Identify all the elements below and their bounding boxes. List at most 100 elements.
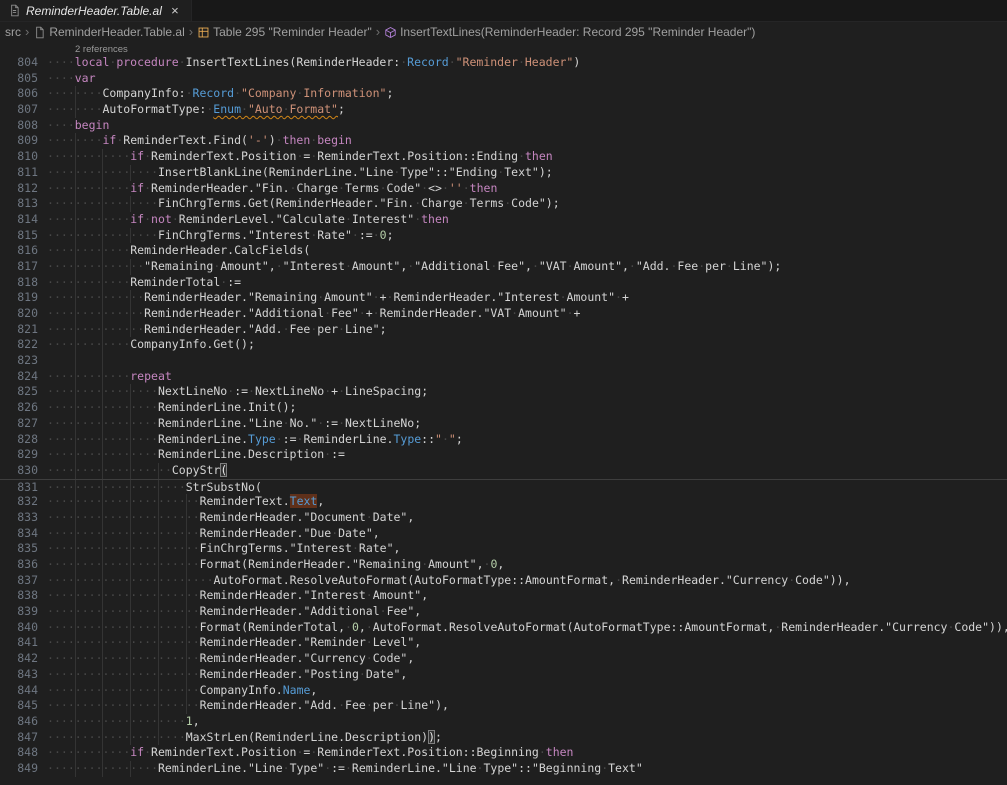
code-line[interactable]: 845 ······················ReminderHeader.… xyxy=(0,698,1007,714)
breadcrumb-item[interactable]: Table 295 "Reminder Header" xyxy=(197,25,372,39)
line-number[interactable]: 819 xyxy=(0,290,38,306)
code-line[interactable]: 825 ················NextLineNo·:=·NextLin… xyxy=(0,384,1007,401)
line-number[interactable]: 825 xyxy=(0,384,38,400)
code-line[interactable]: 829 ················ReminderLine.Descript… xyxy=(0,447,1007,463)
line-number[interactable]: 846 xyxy=(0,714,38,730)
code-line[interactable]: 813 ················FinChrgTerms.Get(Remi… xyxy=(0,196,1007,212)
breadcrumb-item[interactable]: InsertTextLines(ReminderHeader: Record 2… xyxy=(384,25,755,39)
tab-reminderheader-table-al[interactable]: ReminderHeader.Table.al × xyxy=(0,0,192,21)
code-line[interactable]: 811 ················InsertBlankLine(Remin… xyxy=(0,164,1007,181)
line-number[interactable]: 849 xyxy=(0,761,38,777)
code-line[interactable]: 804 ····local·procedure·InsertTextLines(R… xyxy=(0,55,1007,71)
line-number[interactable]: 805 xyxy=(0,71,38,87)
line-number[interactable]: 813 xyxy=(0,196,38,212)
code-line[interactable]: 819 ··············ReminderHeader."Remaini… xyxy=(0,290,1007,306)
line-number[interactable]: 814 xyxy=(0,212,38,228)
line-number[interactable]: 836 xyxy=(0,557,38,573)
code-line[interactable]: 842 ······················ReminderHeader.… xyxy=(0,651,1007,667)
code-line[interactable]: 849 ················ReminderLine."Line·Ty… xyxy=(0,760,1007,777)
code-line[interactable]: 822 ············CompanyInfo.Get(); xyxy=(0,337,1007,354)
line-number[interactable]: 838 xyxy=(0,588,38,604)
line-number[interactable]: 840 xyxy=(0,620,38,636)
line-number[interactable]: 834 xyxy=(0,526,38,542)
line-number[interactable]: 835 xyxy=(0,541,38,557)
line-number[interactable]: 823 xyxy=(0,353,38,369)
line-number[interactable]: 827 xyxy=(0,416,38,432)
code-line[interactable]: 848 ············if·ReminderText.Position·… xyxy=(0,745,1007,761)
line-number[interactable]: 847 xyxy=(0,730,38,746)
line-number[interactable]: 811 xyxy=(0,165,38,181)
code-line[interactable]: 817 ··············"Remaining·Amount",·"In… xyxy=(0,258,1007,275)
code-line[interactable]: 807 ········AutoFormatType:·Enum·"Auto·Fo… xyxy=(0,102,1007,118)
code-line[interactable]: 809 ········if·ReminderText.Find('-')·the… xyxy=(0,133,1007,150)
line-number[interactable]: 829 xyxy=(0,447,38,463)
line-number[interactable]: 826 xyxy=(0,400,38,416)
code-line[interactable]: 840 ······················Format(Reminder… xyxy=(0,619,1007,636)
line-number[interactable]: 812 xyxy=(0,181,38,197)
line-number[interactable]: 831 xyxy=(0,480,38,495)
code-line[interactable]: 805 ····var xyxy=(0,71,1007,87)
line-number[interactable]: 817 xyxy=(0,259,38,275)
line-number[interactable]: 828 xyxy=(0,432,38,448)
line-number[interactable]: 841 xyxy=(0,635,38,651)
code-line[interactable]: 814 ············if·not·ReminderLevel."Cal… xyxy=(0,211,1007,228)
line-number[interactable]: 815 xyxy=(0,228,38,244)
code-line[interactable]: 820 ··············ReminderHeader."Additio… xyxy=(0,306,1007,322)
code-line[interactable]: 827 ················ReminderLine."Line·No… xyxy=(0,415,1007,432)
line-number[interactable]: 806 xyxy=(0,86,38,102)
code-line[interactable]: 834 ······················ReminderHeader.… xyxy=(0,525,1007,542)
code-line[interactable]: 839 ······················ReminderHeader.… xyxy=(0,604,1007,620)
line-number[interactable]: 820 xyxy=(0,306,38,322)
code-line[interactable]: 830 ··················CopyStr( xyxy=(0,462,1007,479)
line-number[interactable]: 807 xyxy=(0,102,38,118)
line-number[interactable]: 804 xyxy=(0,55,38,71)
line-number[interactable]: 824 xyxy=(0,369,38,385)
line-number[interactable]: 844 xyxy=(0,683,38,699)
breadcrumb-item[interactable]: src xyxy=(5,25,21,39)
code-line[interactable]: 812 ············if·ReminderHeader."Fin.·C… xyxy=(0,180,1007,197)
line-number[interactable]: 809 xyxy=(0,133,38,149)
code-line[interactable]: 833 ······················ReminderHeader.… xyxy=(0,509,1007,526)
code-line[interactable]: 844 ······················CompanyInfo.Nam… xyxy=(0,682,1007,699)
line-number[interactable]: 816 xyxy=(0,243,38,259)
line-number[interactable]: 845 xyxy=(0,698,38,714)
code-line[interactable]: 808 ····begin xyxy=(0,118,1007,134)
line-number[interactable]: 822 xyxy=(0,337,38,353)
line-number[interactable]: 808 xyxy=(0,118,38,134)
line-number[interactable]: 832 xyxy=(0,494,38,510)
code-line[interactable]: 843 ······················ReminderHeader.… xyxy=(0,666,1007,683)
code-line[interactable]: 837 ························AutoFormat.Re… xyxy=(0,572,1007,589)
code-line[interactable]: 816 ············ReminderHeader.CalcFields… xyxy=(0,243,1007,259)
line-number[interactable]: 839 xyxy=(0,604,38,620)
code-line[interactable]: 835 ······················FinChrgTerms."I… xyxy=(0,541,1007,557)
code-line[interactable]: 832 ······················ReminderText.Te… xyxy=(0,494,1007,510)
code-line[interactable]: 838 ······················ReminderHeader.… xyxy=(0,588,1007,605)
close-icon[interactable]: × xyxy=(167,3,183,19)
code-line[interactable]: 828 ················ReminderLine.Type·:=·… xyxy=(0,431,1007,448)
code-line[interactable]: 846 ····················1, xyxy=(0,713,1007,730)
code-line[interactable]: 831 ····················StrSubstNo( xyxy=(0,478,1007,495)
codelens-references[interactable]: 2 references xyxy=(75,44,128,55)
breadcrumb-item[interactable]: ReminderHeader.Table.al xyxy=(33,25,185,39)
line-number[interactable]: 848 xyxy=(0,745,38,761)
code-line[interactable]: 826 ················ReminderLine.Init(); xyxy=(0,400,1007,416)
line-number[interactable]: 830 xyxy=(0,463,38,479)
code-editor[interactable]: 2 references 804 ····local·procedure·Inse… xyxy=(0,42,1007,785)
code-line[interactable]: 810 ············if·ReminderText.Position·… xyxy=(0,149,1007,165)
line-number[interactable]: 843 xyxy=(0,667,38,683)
line-number[interactable]: 818 xyxy=(0,275,38,291)
code-line[interactable]: 821 ··············ReminderHeader."Add.·Fe… xyxy=(0,321,1007,338)
code-line[interactable]: 818 ············ReminderTotal·:= xyxy=(0,274,1007,291)
code-line[interactable]: 806 ········CompanyInfo:·Record·"Company·… xyxy=(0,86,1007,103)
line-number[interactable]: 837 xyxy=(0,573,38,589)
code-line[interactable]: 836 ······················Format(Reminder… xyxy=(0,557,1007,573)
code-line[interactable]: 841 ······················ReminderHeader.… xyxy=(0,635,1007,652)
code-line[interactable]: 824 ············repeat xyxy=(0,368,1007,385)
code-line[interactable]: 823 xyxy=(0,353,1007,369)
code-line[interactable]: 815 ················FinChrgTerms."Interes… xyxy=(0,227,1007,244)
line-number[interactable]: 810 xyxy=(0,149,38,165)
line-number[interactable]: 833 xyxy=(0,510,38,526)
code-line[interactable]: 847 ····················MaxStrLen(Reminde… xyxy=(0,729,1007,746)
line-number[interactable]: 842 xyxy=(0,651,38,667)
line-number[interactable]: 821 xyxy=(0,322,38,338)
